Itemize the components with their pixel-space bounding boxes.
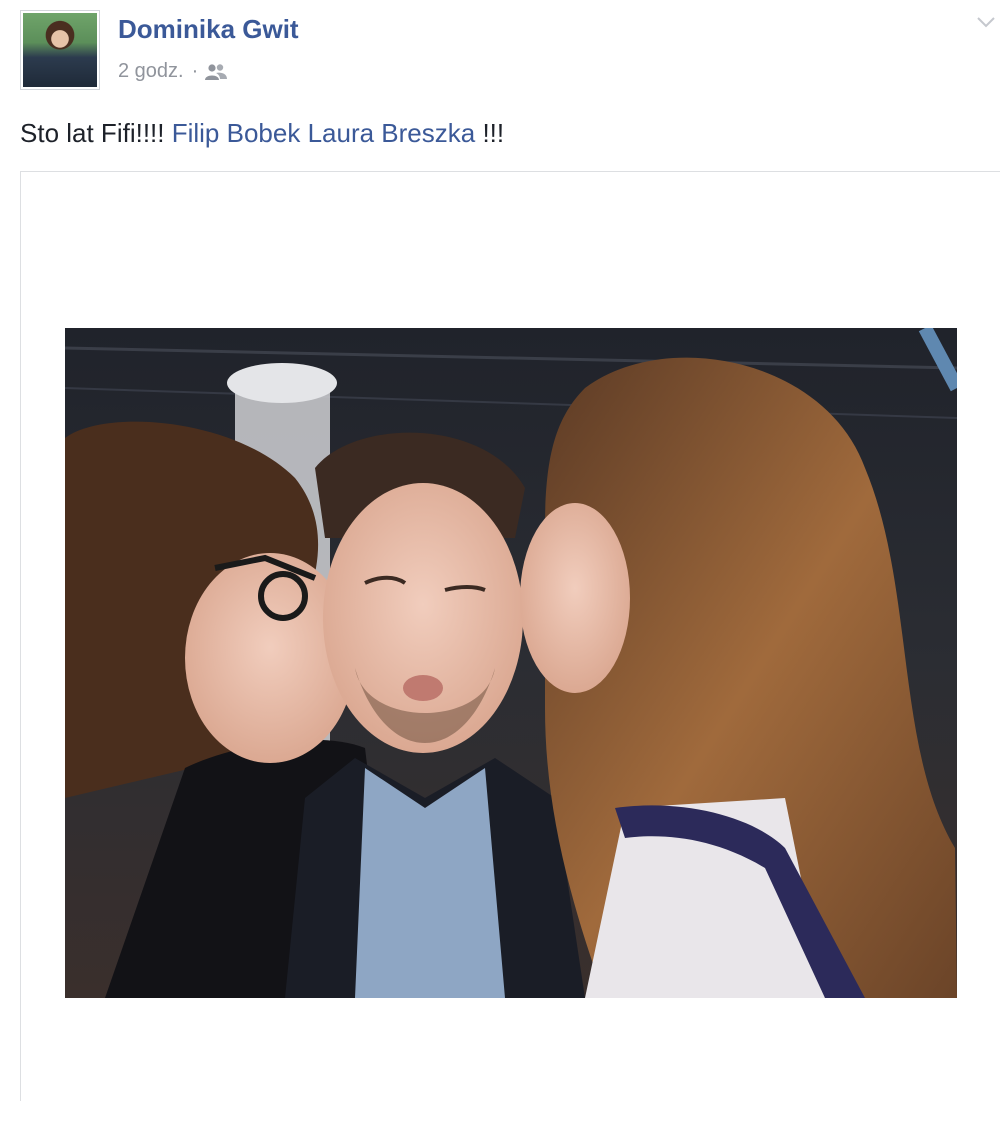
author-avatar[interactable] <box>20 10 100 90</box>
friends-icon[interactable] <box>204 63 228 81</box>
author-name-link[interactable]: Dominika Gwit <box>118 14 299 45</box>
message-suffix: !!! <box>475 118 505 148</box>
post-meta: 2 godz. · <box>118 60 228 83</box>
post-photo[interactable] <box>65 328 957 998</box>
chevron-down-icon[interactable] <box>974 10 998 34</box>
meta-separator: · <box>191 60 199 82</box>
message-space <box>300 118 307 148</box>
tagged-user-laura-breszka[interactable]: Laura Breszka <box>308 118 476 148</box>
post-message: Sto lat Fifi!!!! Filip Bobek Laura Bresz… <box>20 118 504 149</box>
message-text: Sto lat Fifi!!!! <box>20 118 172 148</box>
facebook-post: Dominika Gwit 2 godz. · Sto lat Fifi!!!!… <box>0 0 1000 1137</box>
photo-illustration <box>65 328 957 998</box>
tagged-user-filip-bobek[interactable]: Filip Bobek <box>172 118 301 148</box>
post-timestamp[interactable]: 2 godz. <box>118 60 184 83</box>
avatar-image <box>23 13 97 87</box>
